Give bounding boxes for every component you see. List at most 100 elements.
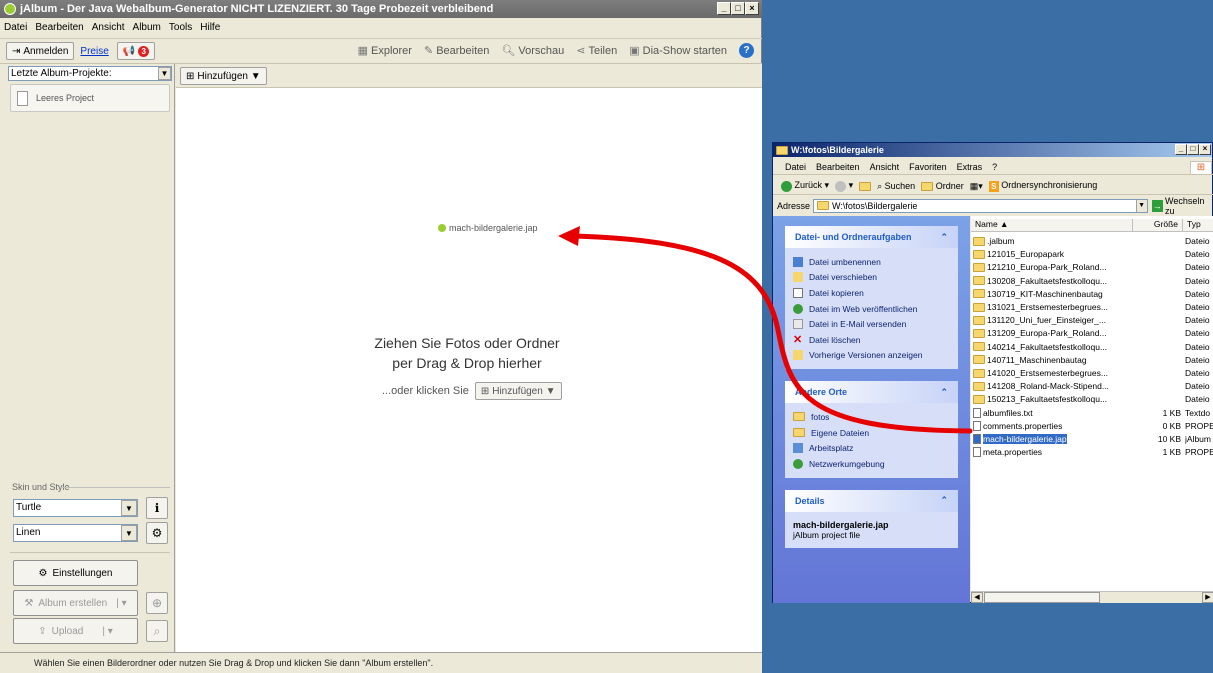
column-name[interactable]: Name ▲ bbox=[971, 219, 1133, 231]
close-button[interactable]: × bbox=[1199, 144, 1211, 155]
skin-select[interactable]: Turtle ▼ bbox=[13, 499, 138, 517]
upload-button[interactable]: ⇪ Upload | ▾ bbox=[13, 618, 138, 644]
horizontal-scrollbar[interactable]: ◀ ▶ bbox=[971, 591, 1213, 603]
edit-tool[interactable]: ✎ Bearbeiten bbox=[424, 44, 489, 57]
sync-button[interactable]: S Ordnersynchronisierung bbox=[988, 180, 1097, 192]
skin-info-button[interactable]: ℹ bbox=[146, 497, 168, 519]
views-button[interactable]: ▦▾ bbox=[970, 181, 983, 192]
collapse-icon: ⌃ bbox=[940, 231, 948, 242]
explorer-tool[interactable]: ▦ Explorer bbox=[358, 44, 412, 57]
megaphone-icon: 📢 bbox=[122, 45, 136, 57]
scroll-right-icon[interactable]: ▶ bbox=[1202, 592, 1213, 603]
file-row[interactable]: 131021_Erstsemesterbegrues... Dateio bbox=[973, 301, 1213, 313]
file-row[interactable]: 150213_Fakultaetsfestkolloqu... Dateio bbox=[973, 393, 1213, 405]
drop-zone[interactable]: ⊞ Hinzufügen ▼ mach-bildergalerie.jap Zi… bbox=[176, 64, 762, 652]
preview-tool[interactable]: 🔍︎ Vorschau bbox=[501, 44, 564, 57]
minimize-button[interactable]: _ bbox=[1175, 144, 1187, 155]
zoom-button[interactable]: ⊕ bbox=[146, 592, 168, 614]
forward-button[interactable]: ▾ bbox=[835, 180, 853, 192]
settings-button[interactable]: ⚙ Einstellungen bbox=[13, 560, 138, 586]
file-row[interactable]: 121015_Europapark Dateio bbox=[973, 248, 1213, 260]
address-field[interactable]: W:\fotos\Bildergalerie ▼ bbox=[813, 198, 1148, 213]
menu-extras[interactable]: Extras bbox=[957, 162, 983, 172]
prices-link[interactable]: Preise bbox=[80, 46, 108, 57]
menu-ansicht[interactable]: Ansicht bbox=[870, 162, 900, 172]
details-file-name: mach-bildergalerie.jap bbox=[793, 519, 889, 530]
file-name: 130719_KIT-Maschinenbautag bbox=[987, 288, 1103, 299]
file-row[interactable]: albumfiles.txt 1 KB Textdo bbox=[973, 407, 1213, 419]
file-tasks-header[interactable]: Datei- und Ordneraufgaben ⌃ bbox=[785, 226, 958, 248]
menu-album[interactable]: Album bbox=[133, 22, 161, 33]
column-type[interactable]: Typ bbox=[1183, 219, 1213, 231]
menu-favoriten[interactable]: Favoriten bbox=[909, 162, 947, 172]
add-button-center[interactable]: ⊞ Hinzufügen ▼ bbox=[474, 382, 562, 400]
back-button[interactable]: Zurück ▾ bbox=[781, 180, 829, 192]
details-header[interactable]: Details ⌃ bbox=[785, 489, 958, 512]
file-row[interactable]: 131209_Europa-Park_Roland... Dateio bbox=[973, 327, 1213, 339]
file-row[interactable]: 130208_Fakultaetsfestkolloqu... Dateio bbox=[973, 275, 1213, 287]
place-network[interactable]: Netzwerkumgebung bbox=[793, 456, 950, 472]
scroll-thumb[interactable] bbox=[984, 592, 1100, 603]
menu-tools[interactable]: Tools bbox=[169, 22, 192, 33]
folders-label: Ordner bbox=[935, 180, 964, 191]
folders-button[interactable]: Ordner bbox=[921, 180, 964, 192]
notifications-button[interactable]: 📢 3 bbox=[116, 42, 156, 60]
login-button[interactable]: ⇥ Anmelden bbox=[6, 42, 75, 60]
recent-projects-select[interactable]: Letzte Album-Projekte: ▼ bbox=[8, 66, 172, 81]
scroll-left-icon[interactable]: ◀ bbox=[971, 592, 983, 603]
search-button[interactable]: ⌕ bbox=[146, 620, 168, 642]
task-move[interactable]: Datei verschieben bbox=[793, 270, 950, 286]
file-row[interactable]: 141208_Roland-Mack-Stipend... Dateio bbox=[973, 380, 1213, 392]
task-email[interactable]: Datei in E-Mail versenden bbox=[793, 316, 950, 332]
menu-help[interactable]: ? bbox=[992, 162, 997, 172]
maximize-button[interactable]: □ bbox=[1187, 144, 1199, 155]
style-settings-button[interactable]: ⚙ bbox=[146, 522, 168, 544]
task-publish[interactable]: Datei im Web veröffentlichen bbox=[793, 301, 950, 317]
other-places-header[interactable]: Andere Orte ⌃ bbox=[785, 381, 958, 404]
project-item-empty[interactable]: Leeres Project bbox=[10, 84, 170, 112]
help-icon[interactable]: ? bbox=[739, 43, 754, 58]
file-row[interactable]: mach-bildergalerie.jap 10 KB jAlbum bbox=[973, 433, 1213, 445]
add-button-top[interactable]: ⊞ Hinzufügen ▼ bbox=[180, 67, 267, 85]
minimize-button[interactable]: _ bbox=[717, 2, 731, 15]
column-size[interactable]: Größe bbox=[1133, 219, 1183, 231]
computer-icon bbox=[793, 443, 803, 454]
file-row[interactable]: 130719_KIT-Maschinenbautag Dateio bbox=[973, 288, 1213, 300]
file-icon bbox=[973, 447, 981, 458]
task-versions[interactable]: Vorherige Versionen anzeigen bbox=[793, 348, 950, 364]
file-row[interactable]: 140711_Maschinenbautag Dateio bbox=[973, 354, 1213, 366]
up-button[interactable] bbox=[859, 181, 872, 192]
close-button[interactable]: × bbox=[745, 2, 759, 15]
maximize-button[interactable]: □ bbox=[731, 2, 745, 15]
explorer-titlebar[interactable]: W:\fotos\Bildergalerie _ □ × bbox=[773, 143, 1212, 157]
menu-datei[interactable]: Datei bbox=[4, 22, 27, 33]
jalbum-titlebar[interactable]: jAlbum - Der Java Webalbum-Generator NIC… bbox=[0, 0, 762, 18]
menu-bearbeiten[interactable]: Bearbeiten bbox=[816, 162, 860, 172]
go-button[interactable]: → Wechseln zu bbox=[1151, 196, 1213, 216]
place-my-computer[interactable]: Arbeitsplatz bbox=[793, 440, 950, 456]
task-copy[interactable]: Datei kopieren bbox=[793, 285, 950, 301]
style-select[interactable]: Linen ▼ bbox=[13, 524, 138, 542]
menu-ansicht[interactable]: Ansicht bbox=[92, 22, 125, 33]
menu-datei[interactable]: Datei bbox=[785, 162, 806, 172]
file-row[interactable]: .jalbum Dateio bbox=[973, 235, 1213, 247]
place-my-documents[interactable]: Eigene Dateien bbox=[793, 425, 950, 441]
file-row[interactable]: 141020_Erstsemesterbegrues... Dateio bbox=[973, 367, 1213, 379]
rename-icon bbox=[793, 256, 803, 267]
task-rename[interactable]: Datei umbenennen bbox=[793, 254, 950, 270]
file-row[interactable]: 131120_Uni_fuer_Einsteiger_... Dateio bbox=[973, 314, 1213, 326]
menu-bearbeiten[interactable]: Bearbeiten bbox=[35, 22, 83, 33]
share-tool[interactable]: ⋖ Teilen bbox=[576, 44, 617, 57]
file-name-cell: .jalbum bbox=[973, 236, 1135, 246]
file-row[interactable]: comments.properties 0 KB PROPE bbox=[973, 420, 1213, 432]
slideshow-label: Dia-Show starten bbox=[642, 45, 727, 57]
make-album-button[interactable]: ⚒ Album erstellen | ▾ bbox=[13, 590, 138, 616]
menu-hilfe[interactable]: Hilfe bbox=[200, 22, 220, 33]
place-fotos[interactable]: fotos bbox=[793, 409, 950, 425]
slideshow-tool[interactable]: ▣ Dia-Show starten bbox=[629, 44, 727, 57]
file-row[interactable]: 121210_Europa-Park_Roland... Dateio bbox=[973, 261, 1213, 273]
task-delete[interactable]: ✕ Datei löschen bbox=[793, 332, 950, 348]
search-button[interactable]: ⌕ Suchen bbox=[877, 181, 915, 192]
file-row[interactable]: 140214_Fakultaetsfestkolloqu... Dateio bbox=[973, 341, 1213, 353]
file-row[interactable]: meta.properties 1 KB PROPE bbox=[973, 446, 1213, 458]
